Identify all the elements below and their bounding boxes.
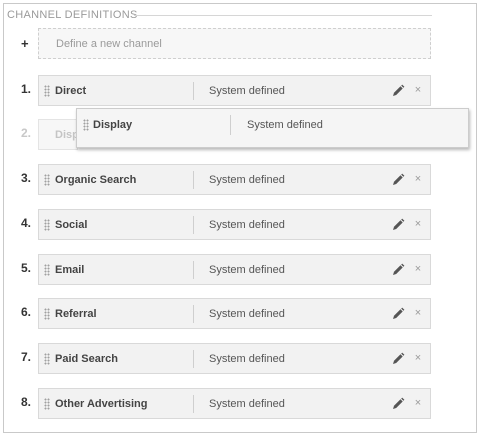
pencil-icon[interactable]: [391, 263, 405, 277]
channel-item[interactable]: Direct System defined ×: [38, 75, 431, 106]
channel-name: Display: [93, 119, 133, 131]
channel-rank: 2.: [21, 126, 32, 140]
channel-name: Organic Search: [55, 174, 137, 186]
close-icon[interactable]: ×: [412, 306, 424, 320]
column-divider: [193, 395, 194, 413]
add-channel-row[interactable]: + Define a new channel: [0, 28, 480, 60]
channel-item[interactable]: Referral System defined ×: [38, 298, 431, 329]
channel-type: System defined: [247, 119, 323, 131]
section-title: CHANNEL DEFINITIONS: [7, 9, 146, 21]
channel-name: Other Advertising: [55, 398, 148, 410]
pencil-icon[interactable]: [391, 397, 405, 411]
channel-row: 6. Referral System defined ×: [0, 298, 480, 329]
column-divider: [193, 216, 194, 234]
section-divider: [134, 15, 432, 16]
channel-rank: 7.: [21, 350, 32, 364]
channel-type: System defined: [209, 398, 285, 410]
channel-name: Direct: [55, 85, 87, 97]
pencil-icon[interactable]: [391, 218, 405, 232]
channel-name: Social: [55, 219, 88, 231]
column-divider: [193, 305, 194, 323]
close-icon[interactable]: ×: [412, 83, 424, 97]
channel-item[interactable]: Social System defined ×: [38, 209, 431, 240]
column-divider: [230, 115, 231, 135]
channel-type: System defined: [209, 264, 285, 276]
channel-type: System defined: [209, 308, 285, 320]
channel-row: 3. Organic Search System defined ×: [0, 164, 480, 195]
drag-handle-icon[interactable]: [44, 398, 50, 410]
channel-type: System defined: [209, 85, 285, 97]
channel-type: System defined: [209, 219, 285, 231]
pencil-icon[interactable]: [391, 307, 405, 321]
pencil-icon[interactable]: [391, 173, 405, 187]
channel-name: Email: [55, 264, 85, 276]
channel-item[interactable]: Paid Search System defined ×: [38, 343, 431, 374]
channel-type: System defined: [209, 353, 285, 365]
column-divider: [193, 171, 194, 189]
drag-handle-icon[interactable]: [83, 119, 89, 131]
drag-handle-icon[interactable]: [44, 308, 50, 320]
pencil-icon[interactable]: [391, 352, 405, 366]
channel-row: 4. Social System defined ×: [0, 209, 480, 240]
drag-handle-icon[interactable]: [44, 174, 50, 186]
define-new-channel-button[interactable]: Define a new channel: [38, 28, 431, 59]
channel-item-placeholder: Disp: [38, 119, 79, 150]
close-icon[interactable]: ×: [412, 217, 424, 231]
column-divider: [193, 82, 194, 100]
channel-row: 1. Direct System defined ×: [0, 75, 480, 106]
channel-rank: 5.: [21, 261, 32, 275]
channel-row: 8. Other Advertising System defined ×: [0, 388, 480, 419]
channel-row: 5. Email System defined ×: [0, 254, 480, 285]
drag-handle-icon[interactable]: [44, 85, 50, 97]
drag-handle-icon[interactable]: [44, 264, 50, 276]
channel-item[interactable]: Other Advertising System defined ×: [38, 388, 431, 419]
channel-item[interactable]: Organic Search System defined ×: [38, 164, 431, 195]
column-divider: [193, 261, 194, 279]
column-divider: [193, 350, 194, 368]
define-new-channel-label: Define a new channel: [56, 38, 162, 50]
channel-item[interactable]: Email System defined ×: [38, 254, 431, 285]
channel-rank: 1.: [21, 82, 32, 96]
close-icon[interactable]: ×: [412, 172, 424, 186]
dragged-channel-item[interactable]: Display System defined: [76, 108, 469, 148]
channel-rank: 3.: [21, 171, 32, 185]
drag-handle-icon[interactable]: [44, 353, 50, 365]
drag-handle-icon[interactable]: [44, 219, 50, 231]
close-icon[interactable]: ×: [412, 396, 424, 410]
pencil-icon[interactable]: [391, 84, 405, 98]
channel-row: 7. Paid Search System defined ×: [0, 343, 480, 374]
channel-type: System defined: [209, 174, 285, 186]
channel-rank: 4.: [21, 216, 32, 230]
channel-rank: 8.: [21, 395, 32, 409]
close-icon[interactable]: ×: [412, 351, 424, 365]
channel-name: Paid Search: [55, 353, 118, 365]
close-icon[interactable]: ×: [412, 262, 424, 276]
plus-icon[interactable]: +: [21, 36, 29, 51]
channel-name: Referral: [55, 308, 97, 320]
channel-rank: 6.: [21, 305, 32, 319]
